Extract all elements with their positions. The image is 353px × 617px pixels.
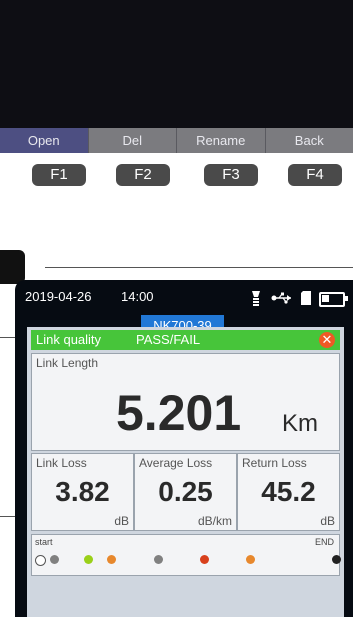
event-dot	[107, 555, 116, 564]
average-loss-title: Average Loss	[139, 456, 213, 470]
event-start-label: start	[35, 537, 53, 547]
event-dot	[84, 555, 93, 564]
tab-del[interactable]: Del	[89, 128, 177, 153]
link-length-value: 5.201	[116, 385, 242, 441]
link-loss-value: 3.82	[55, 476, 110, 507]
event-dot	[50, 555, 59, 564]
divider	[45, 267, 353, 268]
f1-key[interactable]: F1	[32, 164, 86, 186]
battery-icon	[319, 292, 348, 307]
event-dot	[200, 555, 209, 564]
event-dot	[332, 555, 341, 564]
function-bar: Open Del Rename Back	[0, 128, 353, 153]
link-length-title: Link Length	[36, 356, 99, 370]
link-quality-bar: Link quality PASS/FAIL ✕	[31, 330, 340, 350]
link-quality-status: PASS/FAIL	[136, 332, 201, 347]
return-loss-value: 45.2	[261, 476, 316, 507]
average-loss-card: Average Loss 0.25 dB/km	[134, 453, 237, 531]
function-keys: F1 F2 F3 F4	[0, 164, 353, 188]
status-bar: 2019-04-26 14:00	[25, 289, 348, 309]
light-source-icon	[249, 290, 263, 309]
side-tab	[0, 250, 25, 284]
f3-key[interactable]: F3	[204, 164, 258, 186]
file-manager-screen	[0, 0, 353, 128]
tab-rename[interactable]: Rename	[177, 128, 266, 153]
event-dot	[154, 555, 163, 564]
result-panel: Link quality PASS/FAIL ✕ Link Length 5.2…	[27, 327, 344, 617]
sd-card-icon	[301, 291, 311, 308]
event-map-bar: start END	[31, 534, 341, 576]
link-loss-title: Link Loss	[36, 456, 87, 470]
status-time: 14:00	[121, 289, 154, 304]
event-dot	[246, 555, 255, 564]
f4-key[interactable]: F4	[288, 164, 342, 186]
link-loss-unit: dB	[114, 514, 129, 528]
close-icon[interactable]: ✕	[319, 332, 335, 348]
link-loss-card: Link Loss 3.82 dB	[31, 453, 134, 531]
status-icons	[249, 290, 348, 309]
return-loss-card: Return Loss 45.2 dB	[237, 453, 340, 531]
return-loss-title: Return Loss	[242, 456, 307, 470]
usb-icon	[271, 292, 293, 307]
link-length-unit: Km	[282, 410, 318, 437]
f2-key[interactable]: F2	[116, 164, 170, 186]
average-loss-value: 0.25	[158, 476, 213, 507]
status-date: 2019-04-26	[25, 289, 92, 304]
otdr-result-screen: 2019-04-26 14:00 NK700-39 Link quality P…	[15, 280, 353, 617]
event-end-label: END	[314, 537, 334, 547]
average-loss-unit: dB/km	[197, 514, 232, 528]
link-length-card: Link Length 5.201 Km	[31, 353, 340, 451]
tab-open[interactable]: Open	[0, 128, 89, 153]
event-dot	[35, 555, 46, 566]
return-loss-unit: dB	[320, 514, 335, 528]
link-quality-label: Link quality	[36, 332, 102, 347]
tab-back[interactable]: Back	[266, 128, 353, 153]
